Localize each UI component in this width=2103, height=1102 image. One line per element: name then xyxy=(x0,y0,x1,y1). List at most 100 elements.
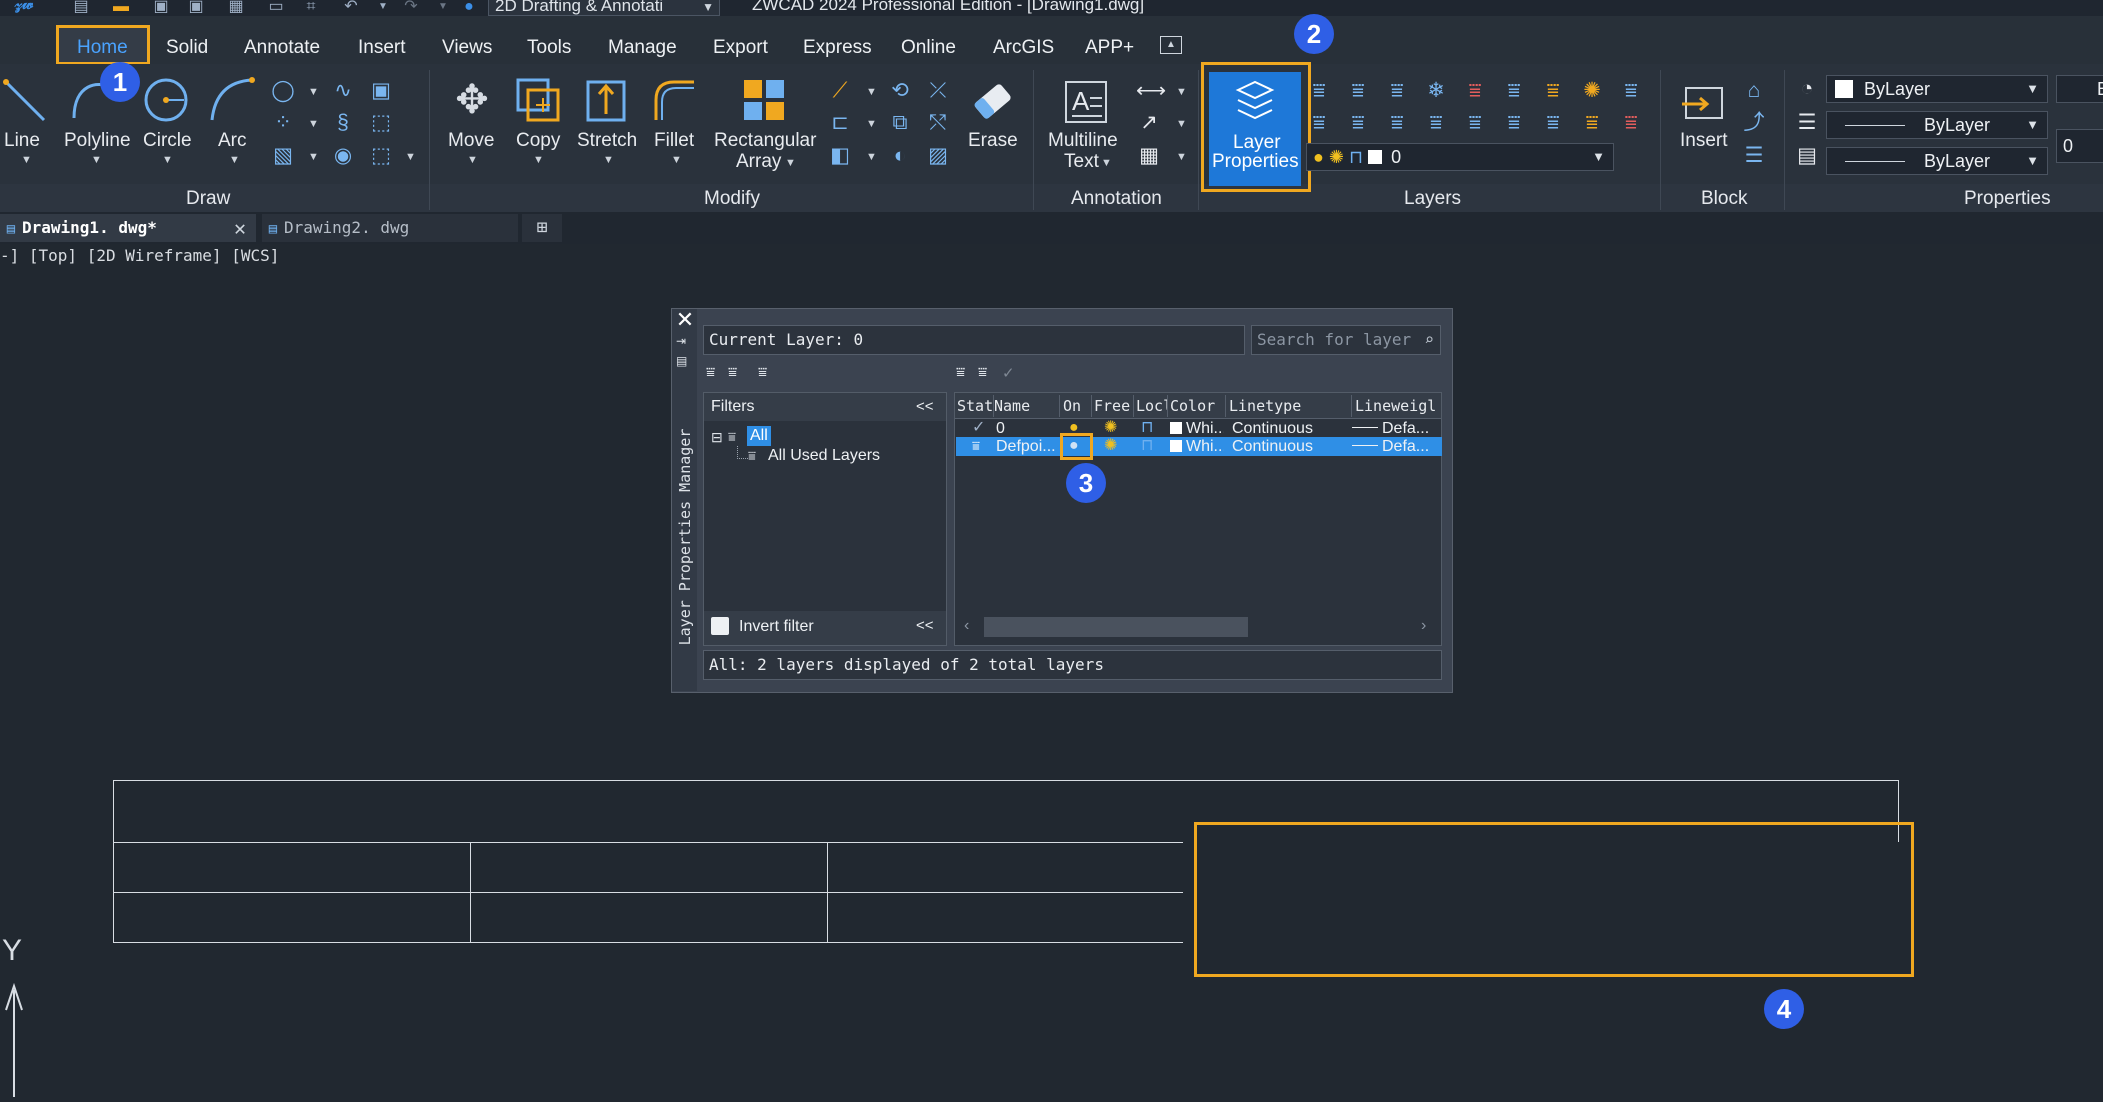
redo-dropdown-icon[interactable]: ▼ xyxy=(432,0,454,14)
color-dropdown[interactable]: ByLayer ▼ xyxy=(1826,75,2048,103)
viewport-controls[interactable]: -] [Top] [2D Wireframe] [WCS] xyxy=(0,246,279,265)
tab-insert[interactable]: Insert xyxy=(358,37,406,59)
publish-icon[interactable]: ▦ xyxy=(225,0,247,15)
layer-tool-icon[interactable]: ⩸ xyxy=(1540,78,1566,104)
tab-export[interactable]: Export xyxy=(713,37,768,59)
break-icon[interactable]: ⤫ xyxy=(925,78,951,104)
collapse-filters-button-bottom[interactable]: << xyxy=(916,617,934,634)
app-logo-icon[interactable]: 𝓏𝓌 xyxy=(0,0,48,13)
tree-expand-icon[interactable]: ⊟ xyxy=(711,429,723,446)
stretch-icon[interactable] xyxy=(580,74,632,126)
stretch-button[interactable]: Stretch xyxy=(577,130,637,151)
hatch-icon[interactable]: ▧ xyxy=(270,143,296,169)
erase-button[interactable]: Erase xyxy=(968,130,1018,151)
layer-tool-icon[interactable]: ⩸ xyxy=(1423,110,1449,136)
layer-color[interactable]: Whi... xyxy=(1186,438,1224,456)
multiline-text-button[interactable]: Multiline xyxy=(1048,130,1118,151)
column-on[interactable]: On xyxy=(1059,395,1091,417)
color-swatch[interactable] xyxy=(1170,440,1182,452)
set-current-icon[interactable]: ✓ xyxy=(1002,364,1015,382)
tab-tools[interactable]: Tools xyxy=(527,37,571,59)
delete-layer-icon[interactable]: ⩸ xyxy=(978,364,987,381)
edit-hatch-icon[interactable]: ▨ xyxy=(925,143,951,169)
redo-icon[interactable]: ↷ xyxy=(400,0,422,15)
new-layer-icon[interactable]: ⩸ xyxy=(956,364,965,381)
tab-home[interactable]: Home xyxy=(77,37,128,59)
insert-block-icon[interactable] xyxy=(1680,78,1728,126)
move-icon[interactable]: ✥ xyxy=(446,74,498,126)
color-swatch[interactable] xyxy=(1170,422,1182,434)
layer-lineweight[interactable]: Defa... xyxy=(1382,420,1438,438)
join-icon[interactable]: ⤲ xyxy=(925,110,951,136)
layer-linetype[interactable]: Continuous xyxy=(1232,420,1313,438)
leader-icon[interactable]: ↗ xyxy=(1136,110,1162,136)
arc-button[interactable]: Arc xyxy=(218,130,247,151)
invert-filter-checkbox[interactable] xyxy=(711,617,729,635)
layer-color[interactable]: Whi... xyxy=(1186,420,1224,438)
scroll-right-icon[interactable]: › xyxy=(1421,617,1426,635)
tab-annotate[interactable]: Annotate xyxy=(244,37,320,59)
layer-tool-icon[interactable]: ⩸ xyxy=(1384,110,1410,136)
match-properties-icon[interactable]: ◔ xyxy=(1794,76,1820,102)
file-tab-drawing2[interactable]: ▤ Drawing2. dwg xyxy=(262,214,518,242)
arc-icon[interactable] xyxy=(206,74,258,126)
layer-delete-icon[interactable]: ⩸ xyxy=(1618,110,1644,136)
fillet-icon[interactable] xyxy=(648,74,700,126)
tab-solid[interactable]: Solid xyxy=(166,37,208,59)
lineweight-dropdown[interactable]: ByLayer ▼ xyxy=(1826,147,2048,175)
save-as-icon[interactable]: ▣ xyxy=(185,0,207,15)
trim-icon[interactable]: ⟋ xyxy=(827,78,853,104)
donut-icon[interactable]: ◉ xyxy=(330,143,356,169)
layer-lineweight[interactable]: Defa... xyxy=(1382,438,1438,456)
scale-icon[interactable]: ◧ xyxy=(827,143,853,169)
circle-button[interactable]: Circle xyxy=(143,130,192,151)
lock-open-icon[interactable]: ⊓ xyxy=(1141,419,1153,437)
file-tab-drawing1[interactable]: ▤ Drawing1. dwg* ✕ xyxy=(0,214,256,242)
lineweight-icon[interactable]: ☰ xyxy=(1794,110,1820,136)
layer-tool-icon[interactable]: ⩸ xyxy=(1540,110,1566,136)
layer-tool-icon[interactable]: ⩸ xyxy=(1345,110,1371,136)
minimize-ribbon-icon[interactable]: ▲ xyxy=(1160,36,1182,54)
layer-tool-icon[interactable]: ⩸ xyxy=(1384,78,1410,104)
tab-online[interactable]: Online xyxy=(901,37,956,59)
auto-hide-icon[interactable]: ⇥ xyxy=(676,334,686,348)
mirror-icon[interactable]: ⧉ xyxy=(887,110,913,136)
tab-views[interactable]: Views xyxy=(442,37,492,59)
layer-tool-icon[interactable]: ⩸ xyxy=(1579,110,1605,136)
layer-control-dropdown[interactable]: ● ✺ ⊓ 0 ▼ xyxy=(1306,143,1614,171)
sun-icon[interactable]: ✺ xyxy=(1104,419,1117,437)
copy-button[interactable]: Copy xyxy=(516,130,560,151)
column-status[interactable]: Stat xyxy=(957,395,993,417)
circle-icon[interactable] xyxy=(140,74,192,126)
block-attributes-icon[interactable]: ☰ xyxy=(1741,143,1767,169)
save-icon[interactable]: ▣ xyxy=(150,0,172,15)
tab-arcgis[interactable]: ArcGIS xyxy=(993,37,1054,59)
filter-all-used-layers[interactable]: All Used Layers xyxy=(768,447,880,465)
rotate-icon[interactable]: ⟲ xyxy=(887,78,913,104)
tab-manage[interactable]: Manage xyxy=(608,37,677,59)
scrollbar-thumb[interactable] xyxy=(984,617,1248,637)
layer-name[interactable]: 0 xyxy=(996,420,1005,438)
ellipse-icon[interactable]: ◯ xyxy=(270,78,296,104)
point-icon[interactable]: ⁘ xyxy=(270,110,296,136)
polyline-button[interactable]: Polyline xyxy=(64,130,131,151)
column-lock[interactable]: Locl xyxy=(1133,395,1167,417)
edit-block-icon[interactable]: ⤴ xyxy=(1741,110,1767,136)
rectangular-array-button[interactable]: Rectangular xyxy=(714,130,816,151)
table-icon[interactable]: ▦ xyxy=(1136,143,1162,169)
layer-tool-icon[interactable]: ⩸ xyxy=(1306,110,1332,136)
tab-app-plus[interactable]: APP+ xyxy=(1085,37,1134,59)
layer-freeze-icon[interactable]: ❄ xyxy=(1423,78,1449,104)
region-icon[interactable]: ▣ xyxy=(368,78,394,104)
undo-icon[interactable]: ↶ xyxy=(340,0,362,15)
new-group-filter-icon[interactable]: ⩸ xyxy=(728,364,737,381)
erase-icon[interactable] xyxy=(966,76,1018,128)
layer-tool-icon[interactable]: ⩸ xyxy=(1501,78,1527,104)
layer-lock-icon[interactable]: ⩸ xyxy=(1462,78,1488,104)
close-icon[interactable]: ✕ xyxy=(234,214,246,242)
create-block-icon[interactable]: ⌂ xyxy=(1741,78,1767,104)
layer-linetype[interactable]: Continuous xyxy=(1232,438,1313,456)
boundary-icon[interactable]: ⬚ xyxy=(368,110,394,136)
properties-edge-field[interactable]: B xyxy=(2056,75,2103,103)
layer-name[interactable]: Defpoi... xyxy=(996,438,1056,456)
